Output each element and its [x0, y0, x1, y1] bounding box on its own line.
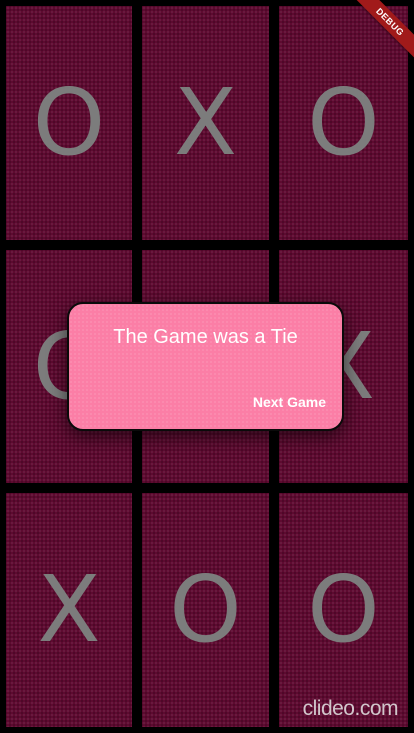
cell-mark: O — [169, 556, 242, 663]
next-game-button[interactable]: Next Game — [251, 390, 328, 414]
board-cell-2-2[interactable]: O — [279, 493, 408, 727]
dialog-title: The Game was a Tie — [113, 326, 298, 348]
cell-mark: O — [307, 69, 380, 176]
board-cell-2-1[interactable]: O — [142, 493, 269, 727]
board-cell-0-2[interactable]: O — [279, 6, 408, 240]
cell-mark: O — [307, 556, 380, 663]
cell-mark: X — [37, 556, 101, 663]
board-cell-2-0[interactable]: X — [6, 493, 132, 727]
board-cell-0-1[interactable]: X — [142, 6, 269, 240]
board-cell-0-0[interactable]: O — [6, 6, 132, 240]
game-over-dialog: The Game was a Tie Next Game — [67, 302, 344, 431]
cell-mark: X — [173, 69, 238, 176]
cell-mark: O — [32, 69, 106, 176]
watermark: clideo.com — [302, 697, 399, 720]
